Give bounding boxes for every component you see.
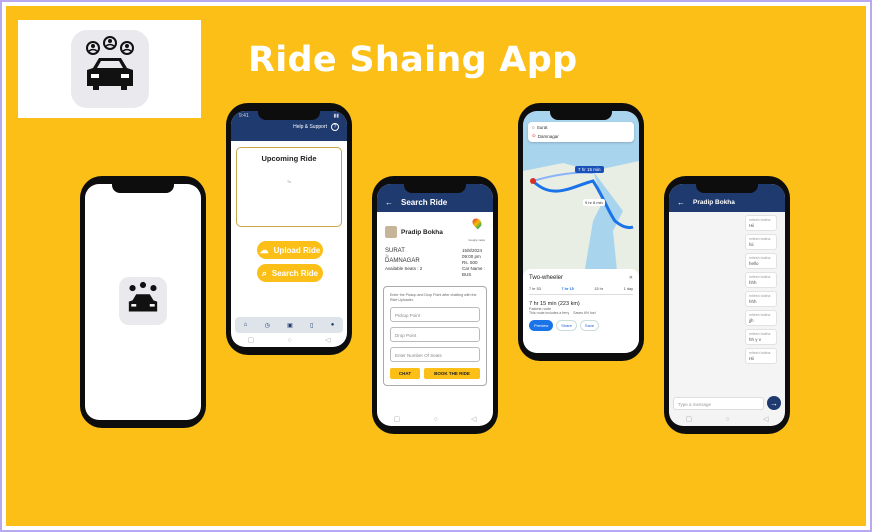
splash-screen xyxy=(85,184,201,420)
to-city: DAMNAGAR xyxy=(385,258,420,264)
tab-car[interactable]: 7 hr 53 xyxy=(529,287,541,291)
history-icon[interactable]: ◷ xyxy=(265,322,270,329)
driver-avatar xyxy=(385,226,397,238)
tab-walk[interactable]: 1 day xyxy=(624,287,633,291)
booking-card: Enter the Pickup and Drop Point after ch… xyxy=(383,286,487,386)
phone-search-ride: ← Search Ride Pradip Bokha Google maps S… xyxy=(372,176,498,434)
home-screen: 9:41 ▮▮ Help & Support ? Upcoming Ride To… xyxy=(231,111,347,347)
pickup-point-input[interactable]: Pickup Point xyxy=(390,307,480,322)
home-icon[interactable]: ⌂ xyxy=(244,322,248,328)
help-support-link[interactable]: Help & Support xyxy=(293,124,327,130)
help-icon[interactable]: ? xyxy=(331,123,339,131)
phone-maps: ○ Surat ⊙ Damnagar 7 hr 15 min 9 hr 8 min … xyxy=(518,103,644,361)
save-button[interactable]: Save xyxy=(579,320,600,331)
chat-icon[interactable]: ▣ xyxy=(287,322,293,329)
search-ride-button[interactable]: ⌕ Search Ride xyxy=(257,264,323,282)
message-text: Hii xyxy=(749,223,755,228)
alt-route-badge: 9 hr 8 min xyxy=(583,199,605,206)
google-maps-icon[interactable] xyxy=(470,216,484,230)
message-text: hh y v xyxy=(749,337,762,342)
back-arrow-icon[interactable]: ← xyxy=(677,198,685,207)
travel-mode: Two-wheeler xyxy=(529,275,564,281)
system-nav: ▢ ○ ◁ xyxy=(685,415,769,424)
ferry-warning: This route includes a ferry xyxy=(529,311,570,315)
status-time: 9:41 xyxy=(239,113,249,119)
message-text: hhh xyxy=(749,280,757,285)
logo-card xyxy=(18,20,201,118)
maps-label: Google maps xyxy=(468,238,485,242)
tab-transit[interactable]: 15 hr xyxy=(594,287,603,291)
message-text: hhh xyxy=(749,299,757,304)
message-input[interactable]: Type a message xyxy=(673,396,764,410)
chat-message: mitesh bokha Hii xyxy=(745,215,777,231)
search-icon: ⌕ xyxy=(261,267,267,278)
chat-message: mitesh bokha jjh xyxy=(745,310,777,326)
chat-screen: ← Pradip Bokha mitesh bokha Hii mitesh bok… xyxy=(669,184,785,426)
upload-ride-label: Upload Ride xyxy=(273,245,321,255)
system-nav: ▢ ○ ◁ xyxy=(393,415,477,424)
send-icon[interactable]: → xyxy=(767,396,781,410)
splash-logo-icon xyxy=(119,277,167,325)
destination-field[interactable]: ⊙ Damnagar xyxy=(532,133,630,139)
chat-message: mitesh bokha Hii xyxy=(745,348,777,364)
driver-name: Pradip Bokha xyxy=(401,228,443,236)
message-list: mitesh bokha Hii mitesh bokha hii mitesh bok… xyxy=(669,215,785,364)
mode-tabs: 7 hr 53 7 hr 15 15 hr 1 day xyxy=(529,287,633,295)
phone-home: 9:41 ▮▮ Help & Support ? Upcoming Ride To… xyxy=(226,103,352,355)
route-sheet: Two-wheeler ✕ 7 hr 53 7 hr 15 15 hr 1 da… xyxy=(523,269,639,353)
upcoming-ride-title: Upcoming Ride xyxy=(261,154,317,163)
message-text: jjh xyxy=(749,318,754,323)
chat-contact-name: Pradip Bokha xyxy=(693,198,735,206)
people-car-logo-icon xyxy=(70,30,149,108)
system-nav: ▢ ○ ◁ xyxy=(247,336,331,345)
bottom-nav: ⌂ ◷ ▣ ▯ ● xyxy=(235,317,343,333)
origin-icon: ○ xyxy=(532,125,535,130)
book-ride-button[interactable]: BOOK THE RIDE xyxy=(424,368,480,379)
banner-canvas: Ride Shaing App 9:41 ▮▮ Help & Support ? xyxy=(6,6,866,526)
close-icon[interactable]: ✕ xyxy=(629,275,633,281)
car-name: BUS xyxy=(461,272,472,277)
booking-info: Enter the Pickup and Drop Point after ch… xyxy=(390,293,477,302)
available-seats: Available Seats : 2 xyxy=(385,266,423,271)
appbar-title: Search Ride xyxy=(401,197,448,207)
chat-message: mitesh bokha hhh xyxy=(745,291,777,307)
search-ride-screen: ← Search Ride Pradip Bokha Google maps S… xyxy=(377,184,493,426)
chat-message: mitesh bokha hhh xyxy=(745,272,777,288)
phone-icon[interactable]: ▯ xyxy=(310,322,313,329)
message-composer: Type a message → xyxy=(673,396,781,410)
directions-panel: ○ Surat ⊙ Damnagar xyxy=(528,122,634,142)
status-icons: ▮▮ xyxy=(333,113,339,119)
upcoming-ride-to: To xyxy=(286,179,292,184)
phone-splash xyxy=(80,176,206,428)
origin-field[interactable]: ○ Surat xyxy=(532,125,630,130)
fuel-saving: Saves 6% fuel xyxy=(573,311,596,315)
seats-input[interactable]: Enter Number Of Seats xyxy=(390,347,480,362)
route-time-badge: 7 hr 15 min xyxy=(575,166,604,173)
message-text: hello xyxy=(749,261,759,266)
tab-two-wheeler[interactable]: 7 hr 15 xyxy=(561,287,573,291)
chat-message: mitesh bokha hh y v xyxy=(745,329,777,345)
page-title: Ride Shaing App xyxy=(248,40,578,80)
chat-message: mitesh bokha hello xyxy=(745,253,777,269)
phone-chat: ← Pradip Bokha mitesh bokha Hii mitesh bok… xyxy=(664,176,790,434)
search-ride-label: Search Ride xyxy=(271,268,319,278)
destination-pin-icon: ⊙ xyxy=(532,133,536,138)
upcoming-ride-card: Upcoming Ride To xyxy=(236,147,342,227)
maps-screen: ○ Surat ⊙ Damnagar 7 hr 15 min 9 hr 8 min … xyxy=(523,111,639,353)
chat-button[interactable]: CHAT xyxy=(390,368,420,379)
upload-cloud-icon: ☁ xyxy=(259,244,269,255)
drop-point-input[interactable]: Drop Point xyxy=(390,327,480,342)
share-button[interactable]: Share xyxy=(556,320,577,331)
chat-message: mitesh bokha hii xyxy=(745,234,777,250)
back-arrow-icon[interactable]: ← xyxy=(385,198,393,207)
profile-icon[interactable]: ● xyxy=(331,322,335,328)
upload-ride-button[interactable]: ☁ Upload Ride xyxy=(257,241,323,259)
message-text: hii xyxy=(749,242,754,247)
preview-button[interactable]: Preview xyxy=(529,320,554,331)
message-text: Hii xyxy=(749,356,755,361)
